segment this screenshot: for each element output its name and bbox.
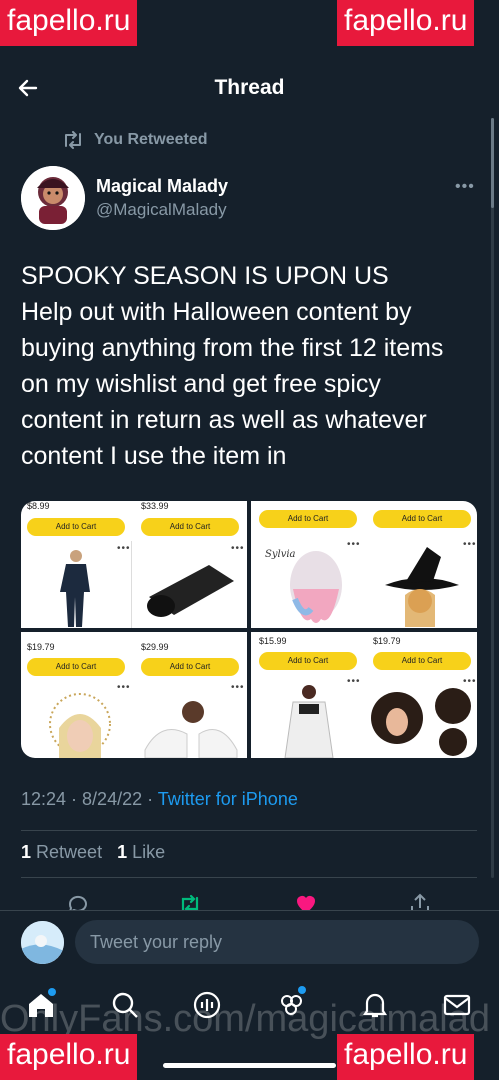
scrollbar-track[interactable] [491,118,494,878]
retweet-context-label: You Retweeted [94,131,208,148]
divider [21,830,477,831]
tweet-date: 8/24/22 [82,789,143,809]
more-options-icon[interactable]: ••• [455,178,475,196]
like-stat[interactable]: 1 Like [117,842,165,862]
retweet-count: 1 [21,842,32,862]
price-label: $19.79 [373,636,401,646]
price-label: $29.99 [141,642,169,652]
like-count: 1 [117,842,128,862]
author-handle[interactable]: @MagicalMalady [96,200,227,220]
price-label: $33.99 [141,501,169,511]
add-to-cart-button: Add to Cart [141,518,239,536]
tweet-line: Help out with Halloween content by [21,298,412,326]
meta-separator: · [142,789,158,809]
tweet-media-grid: $8.99 $33.99 Add to Cart Add to Cart •••… [21,501,477,758]
user-avatar[interactable] [21,921,64,964]
like-stat-label: Like [132,842,166,862]
watermark-bottom-left: fapello.ru [0,1034,138,1080]
add-to-cart-button: Add to Cart [141,658,239,676]
dots-icon: ••• [231,543,245,554]
tweet-timestamp: 12:24 · 8/24/22 · Twitter for iPhone [21,789,298,810]
tweet-line: content I use the item in [21,442,287,470]
divider [21,877,477,878]
tweet-time: 12:24 [21,789,67,809]
notification-dot [298,986,306,994]
price-label: $15.99 [259,636,287,646]
page-title: Thread [214,76,285,99]
avatar-image [21,166,85,230]
add-to-cart-button: Add to Cart [259,652,357,670]
add-to-cart-button: Add to Cart [259,510,357,528]
watermark-bottom-right: fapello.ru [337,1034,475,1080]
halo-crown-product-image [49,693,111,758]
watermark-top-right: fapello.ru [337,0,475,46]
bodysuit-product-image [60,550,90,627]
tweet-line: SPOOKY SEASON IS UPON US [21,262,389,290]
add-to-cart-button: Add to Cart [373,510,471,528]
dots-icon: ••• [347,676,361,687]
tweet-text: SPOOKY SEASON IS UPON US Help out with H… [21,258,483,474]
tweet-line: content in return as well as whatever [21,406,427,434]
author-avatar[interactable] [21,166,85,230]
wig-product-image [290,551,342,623]
price-label: $19.79 [27,642,55,652]
media-image-1[interactable]: $8.99 $33.99 Add to Cart Add to Cart •••… [21,501,247,628]
home-indicator [163,1063,336,1068]
lingerie-product-image [284,685,334,758]
notification-dot [48,988,56,996]
retweet-stat-label: Retweet [36,842,103,862]
witch-hat-product-image [385,547,459,627]
retweet-icon [65,131,81,149]
media-image-4[interactable]: $15.99 $19.79 Add to Cart Add to Cart ••… [251,632,477,758]
retweet-stat[interactable]: 1 Retweet [21,842,102,862]
media-image-3[interactable]: $19.79 $29.99 Add to Cart Add to Cart ••… [21,632,247,758]
tweet-stats: 1 Retweet 1 Like [21,842,165,863]
watermark-top-left: fapello.ru [0,0,138,46]
author-name[interactable]: Magical Malady [96,176,228,197]
angel-wings-product-image [144,701,238,758]
tweet-source-link[interactable]: Twitter for iPhone [158,789,298,809]
media-image-2[interactable]: Add to Cart Add to Cart ••• ••• Sylvia [251,501,477,628]
reply-input[interactable]: Tweet your reply [75,920,479,964]
scrollbar-thumb[interactable] [491,118,494,208]
add-to-cart-button: Add to Cart [373,652,471,670]
tweet-line: buying anything from the first 12 items [21,334,444,362]
dots-icon: ••• [117,543,131,554]
price-label: $8.99 [27,501,50,511]
retweet-context: You Retweeted [62,131,208,149]
tweet-line: on my wishlist and get free spicy [21,370,381,398]
curly-wig-product-image [371,688,471,756]
add-to-cart-button: Add to Cart [27,518,125,536]
foam-roll-product-image [147,565,234,617]
avatar-image [21,921,64,964]
add-to-cart-button: Add to Cart [27,658,125,676]
meta-separator: · [66,789,83,809]
